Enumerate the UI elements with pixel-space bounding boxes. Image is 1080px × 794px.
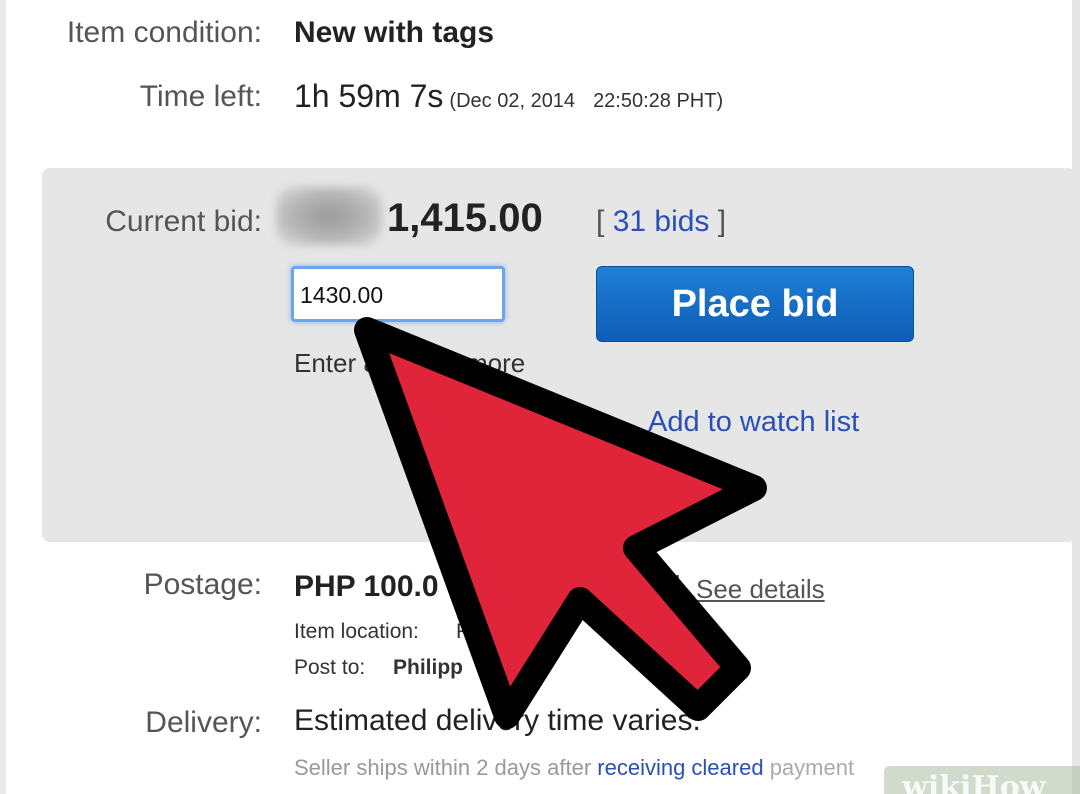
delivery-value: Estimated delivery time varies. — [294, 704, 701, 737]
delivery-label: Delivery: — [145, 706, 262, 739]
item-condition-label: Item condition: — [66, 16, 262, 49]
postage-value: PHP 100.0 — [294, 570, 439, 603]
current-bid-amount: 1,415.00 — [387, 196, 543, 240]
bid-amount-input[interactable] — [291, 266, 505, 322]
place-bid-button[interactable]: Place bid — [596, 266, 914, 342]
left-border — [0, 0, 6, 794]
watermark-text: wikiHow — [902, 770, 1046, 794]
bids-count-link[interactable]: 31 bids — [613, 205, 710, 238]
item-bid-page: Item condition: New with tags Time left:… — [0, 0, 1080, 794]
bids-bracket-open: [ — [596, 205, 605, 238]
bids-bracket-close: ] — [717, 205, 727, 238]
bids-count: [ 31 bids ] — [596, 205, 726, 239]
item-location-label: Item location: — [294, 620, 419, 643]
current-bid-label: Current bid: — [105, 205, 262, 238]
watermark: wikiHow — [884, 766, 1080, 794]
item-location-value: P es — [456, 620, 498, 643]
postage-label: Postage: — [143, 568, 262, 601]
delivery-note: Seller ships within 2 days after receivi… — [294, 755, 854, 781]
receiving-cleared-link[interactable]: receiving cleared — [597, 755, 763, 780]
post-to-label: Post to: — [294, 656, 366, 679]
time-left-value: 1h 59m 7s (Dec 02, 2014 22:50:28 PHT) — [294, 78, 723, 115]
time-left-time: 22:50:28 PHT) — [593, 90, 724, 112]
item-condition-value: New with tags — [294, 16, 495, 49]
delivery-note-prefix: Seller ships within 2 days after — [294, 755, 598, 780]
add-to-watch-list-link[interactable]: Add to watch list — [648, 406, 859, 439]
time-left-date: (Dec 02, 2014 — [449, 90, 576, 112]
time-left-countdown: 1h 59m 7s — [294, 78, 444, 114]
add-to-collection-link[interactable]: ollection — [624, 469, 730, 502]
see-details-link[interactable]: See details — [696, 574, 825, 605]
postage-separator: | — [674, 570, 682, 601]
time-left-label: Time left: — [139, 80, 262, 113]
post-to-value: Philipp — [393, 656, 463, 679]
bid-hint: Enter 80.00 or more — [294, 348, 526, 378]
delivery-note-suffix: payment — [763, 755, 855, 780]
blurred-currency — [276, 186, 382, 246]
